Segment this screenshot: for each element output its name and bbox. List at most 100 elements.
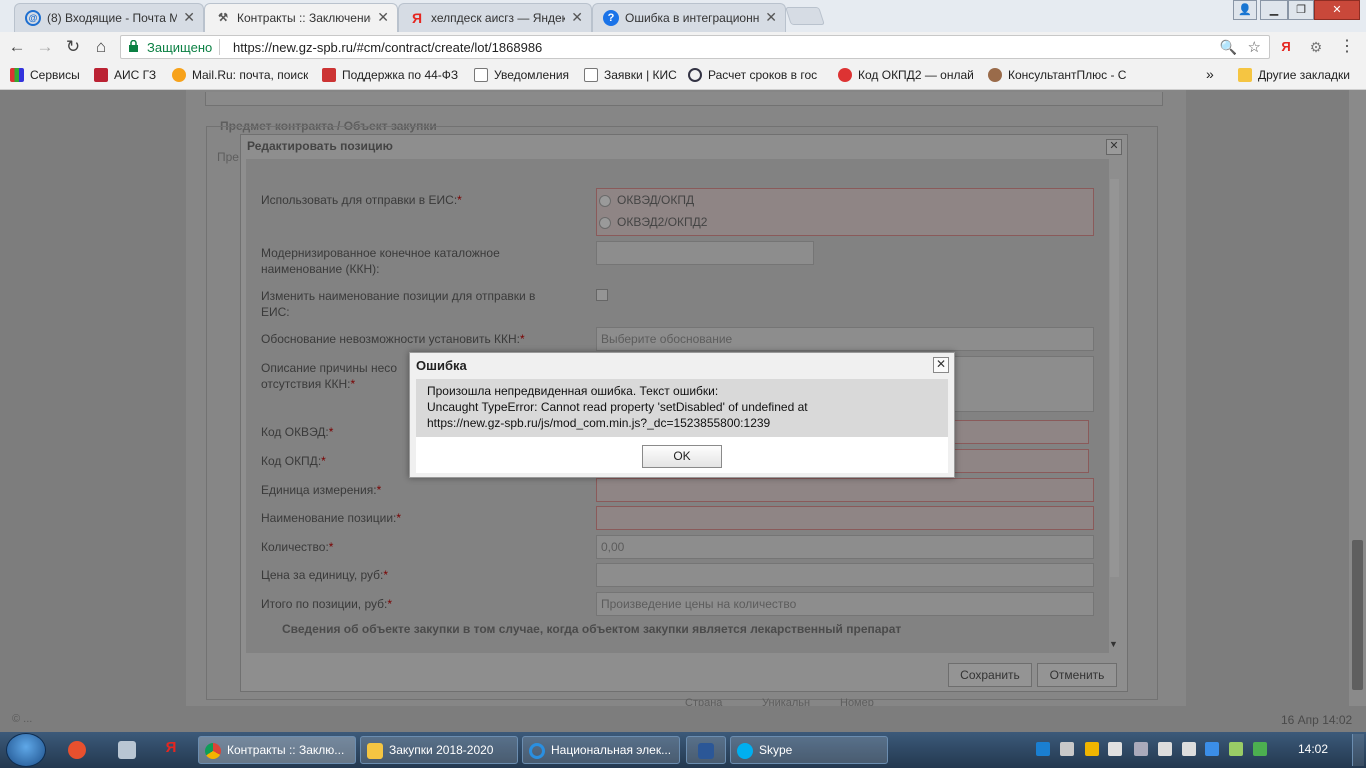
error-message-line: Uncaught TypeError: Cannot read property…	[427, 400, 808, 414]
bookmark-services[interactable]: Сервисы	[10, 68, 88, 82]
taskbar-chrome[interactable]: Контракты :: Заклю...	[198, 736, 356, 764]
bookmark-kis[interactable]: Заявки | КИС	[584, 68, 680, 82]
browser-toolbar: ← → ↻ ⌂ Защищено https://new.gz-spb.ru/#…	[0, 32, 1366, 62]
scrollbar-thumb[interactable]	[1352, 540, 1363, 690]
ok-button[interactable]: OK	[642, 445, 722, 468]
gavel-icon	[94, 68, 108, 82]
pinned-app-icon[interactable]	[68, 741, 86, 759]
flag-icon[interactable]	[1182, 742, 1196, 756]
calendar-icon[interactable]	[1108, 742, 1122, 756]
change-name-label: Изменить наименование позиции для отправ…	[261, 289, 536, 303]
mail-icon	[172, 68, 186, 82]
radio-okved[interactable]	[599, 195, 611, 207]
menu-icon[interactable]: ⋮	[1336, 36, 1358, 58]
bookmark-label: АИС ГЗ	[114, 68, 157, 82]
taskbar-label: Национальная элек...	[551, 743, 672, 757]
tab-mail[interactable]: @ (8) Входящие - Почта Mail.Ru ✕	[14, 3, 204, 32]
separator	[219, 39, 220, 55]
okpd-label: Код ОКПД:*	[261, 454, 326, 468]
error-dialog: Ошибка ✕ Произошла непредвиденная ошибка…	[409, 352, 955, 478]
window-close-button[interactable]: ✕	[1314, 0, 1360, 20]
cancel-button[interactable]: Отменить	[1037, 663, 1117, 687]
extension-icon[interactable]: ⚙	[1305, 36, 1327, 58]
pinned-app-icon[interactable]	[118, 741, 136, 759]
quantity-input[interactable]: 0,00	[596, 535, 1094, 559]
close-icon[interactable]: ✕	[377, 9, 389, 26]
tab-integration-error[interactable]: ? Ошибка в интеграционном ✕	[592, 3, 786, 32]
change-name-checkbox[interactable]	[596, 289, 608, 301]
yandex-icon[interactable]: Я	[1275, 36, 1297, 58]
bookmark-label: Расчет сроков в гос	[708, 68, 818, 82]
tray-icon[interactable]	[1060, 742, 1074, 756]
bookmark-star-icon[interactable]: ☆	[1248, 38, 1261, 56]
dropbox-icon[interactable]	[1205, 742, 1219, 756]
folder-icon	[1238, 68, 1252, 82]
bookmark-deadlines[interactable]: Расчет сроков в гос	[688, 68, 826, 82]
name-input[interactable]	[596, 506, 1094, 530]
bookmark-notifications[interactable]: Уведомления	[474, 68, 574, 82]
bookmark-mailru[interactable]: Mail.Ru: почта, поиск	[172, 68, 308, 82]
dialog-scrollbar[interactable]	[1110, 179, 1119, 577]
bookmark-consultant[interactable]: КонсультантПлюс - С	[988, 68, 1126, 82]
total-input[interactable]: Произведение цены на количество	[596, 592, 1094, 616]
radio-label: ОКВЭД/ОКПД	[617, 193, 695, 207]
scroll-down-icon[interactable]: ▼	[1109, 639, 1118, 649]
new-tab-button[interactable]	[785, 7, 825, 25]
price-input[interactable]	[596, 563, 1094, 587]
tray-icon[interactable]	[1085, 742, 1099, 756]
okved-label: Код ОКВЭД:*	[261, 425, 334, 439]
bookmark-ais-gz[interactable]: АИС ГЗ	[94, 68, 164, 82]
lock-icon	[129, 40, 138, 52]
quantity-value: 0,00	[601, 540, 625, 554]
speaker-icon[interactable]	[1158, 742, 1172, 756]
gavel-icon: ⚒	[218, 12, 228, 24]
reason-select[interactable]: Выберите обоснование	[596, 327, 1094, 351]
dialog-title: Редактировать позицию	[247, 139, 393, 153]
zoom-icon[interactable]: 🔍	[1220, 39, 1237, 56]
taskbar-skype[interactable]: Skype	[730, 736, 888, 764]
tray-icon[interactable]	[1134, 742, 1148, 756]
footer-date: 16 Апр 14:02	[1281, 713, 1353, 727]
unit-select[interactable]	[596, 478, 1094, 502]
forward-button[interactable]: →	[34, 36, 56, 58]
taskbar-ie[interactable]: Национальная элек...	[522, 736, 680, 764]
bookmark-support-44fz[interactable]: Поддержка по 44-ФЗ	[322, 68, 458, 82]
tab-yandex[interactable]: Я хелпдеск аисгз — Яндекс ✕	[398, 3, 592, 32]
url-text[interactable]: https://new.gz-spb.ru/#cm/contract/creat…	[233, 40, 542, 55]
footer-left-text: © ...	[12, 713, 33, 725]
taskbar-word[interactable]	[686, 736, 726, 764]
user-icon[interactable]: 👤	[1233, 0, 1257, 20]
more-bookmarks-button[interactable]: »	[1206, 66, 1214, 82]
tray-icon[interactable]	[1229, 742, 1243, 756]
close-icon[interactable]: ✕	[765, 9, 777, 26]
close-icon[interactable]: ✕	[1106, 139, 1122, 155]
home-button[interactable]: ⌂	[90, 36, 112, 58]
network-icon[interactable]	[1253, 742, 1267, 756]
reload-button[interactable]: ↻	[62, 36, 84, 58]
drug-section-title: Сведения об объекте закупки в том случае…	[282, 622, 902, 636]
yandex-icon[interactable]: Я	[160, 739, 182, 759]
kkn-input[interactable]	[596, 241, 814, 265]
show-desktop-button[interactable]	[1352, 734, 1364, 766]
close-icon[interactable]: ✕	[933, 357, 949, 373]
minimize-button[interactable]: ▁	[1260, 0, 1288, 20]
taskbar-folder[interactable]: Закупки 2018-2020	[360, 736, 518, 764]
close-icon[interactable]: ✕	[183, 9, 195, 26]
bookmark-okpd2[interactable]: Код ОКПД2 — онлайн	[838, 68, 974, 82]
maximize-button[interactable]: ❐	[1288, 0, 1314, 20]
tab-contracts[interactable]: ⚒ Контракты :: Заключение ✕	[204, 3, 398, 33]
clock: 14:02	[1298, 742, 1329, 756]
address-bar[interactable]: Защищено https://new.gz-spb.ru/#cm/contr…	[120, 35, 1270, 59]
other-bookmarks[interactable]: Другие закладки	[1238, 68, 1358, 82]
error-dialog-title: Ошибка	[416, 358, 467, 373]
tray-icon[interactable]	[1036, 742, 1050, 756]
start-button[interactable]	[6, 733, 46, 767]
page-scrollbar[interactable]	[1349, 90, 1366, 732]
radio-okved2[interactable]	[599, 217, 611, 229]
save-button[interactable]: Сохранить	[948, 663, 1032, 687]
back-button[interactable]: ←	[6, 36, 28, 58]
bookmark-label: КонсультантПлюс - С	[1008, 68, 1126, 82]
close-icon[interactable]: ✕	[571, 9, 583, 26]
help-icon: ?	[603, 10, 619, 26]
bookmark-label: Код ОКПД2 — онлайн	[858, 68, 974, 82]
